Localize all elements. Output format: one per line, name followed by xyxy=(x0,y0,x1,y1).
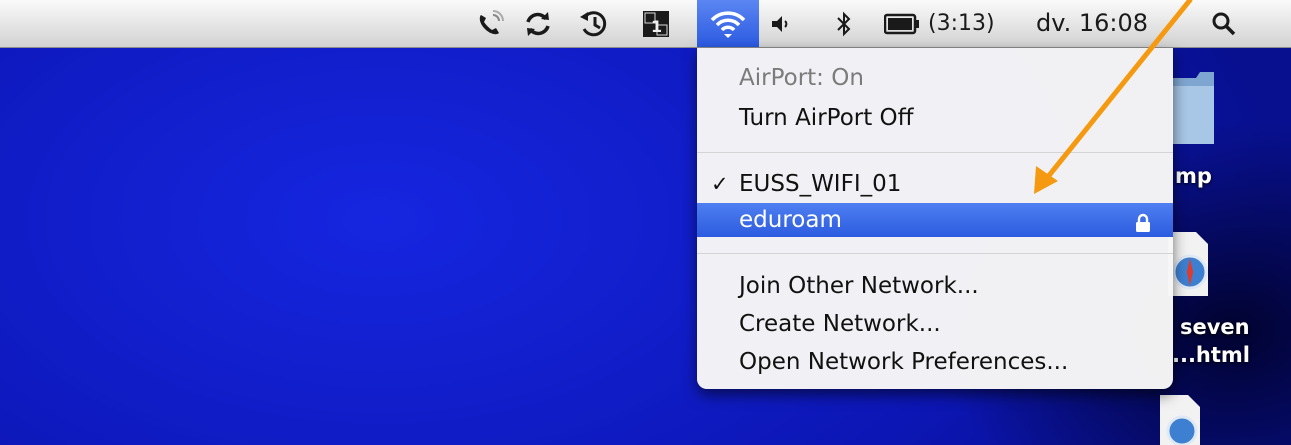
orange-arrow-annotation xyxy=(1034,0,1193,194)
